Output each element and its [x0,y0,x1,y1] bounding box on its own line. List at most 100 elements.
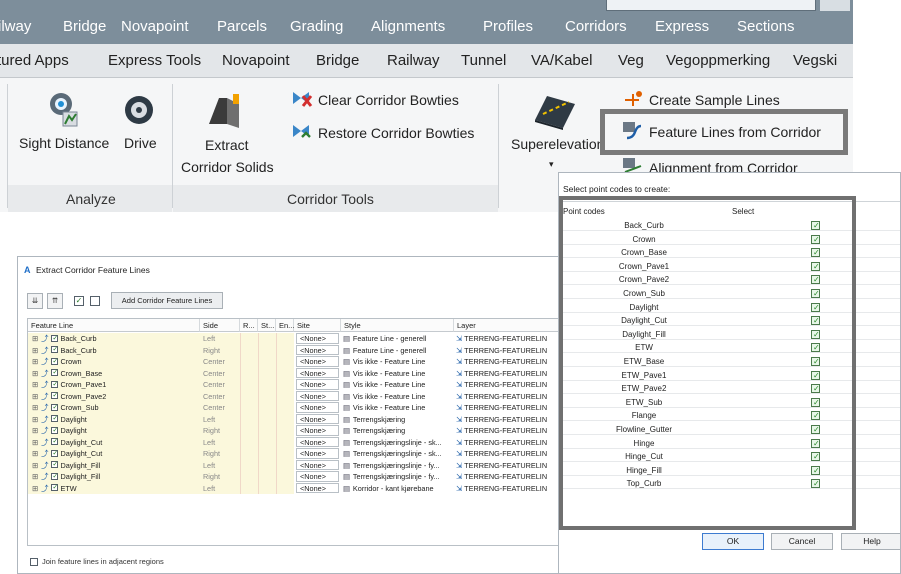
style-cell[interactable]: ▤ Vis ikke - Feature Line [343,402,453,414]
tab-bridge[interactable]: Bridge [63,18,106,35]
tree-expand-icon[interactable]: ⊞ [32,449,38,458]
drive-button[interactable]: Drive [124,134,157,153]
column-header[interactable]: En... [276,319,294,332]
clear-all-checkbox[interactable] [90,296,100,306]
tab-sections[interactable]: Sections [737,18,795,35]
tree-expand-icon[interactable]: ⊞ [32,334,38,343]
column-header[interactable]: St... [258,319,276,332]
tab-tunnel[interactable]: Tunnel [461,52,506,69]
style-cell[interactable]: ▤ Terrengskjæring [343,425,453,437]
row-checkbox[interactable] [51,483,59,494]
site-dropdown[interactable]: <None> [296,344,339,355]
row-checkbox[interactable] [51,448,59,459]
row-checkbox[interactable] [51,368,59,379]
join-feature-lines-checkbox[interactable] [30,558,38,567]
column-header[interactable]: Layer [454,319,560,332]
site-dropdown[interactable]: <None> [296,333,339,344]
clear-corridor-bowties-button[interactable]: Clear Corridor Bowties [318,91,459,110]
tab-novapoint[interactable]: Novapoint [121,18,189,35]
tab-bridge-sub[interactable]: Bridge [316,52,359,69]
feature-line-cell[interactable]: ⊞⤴ Back_Curb [28,333,200,345]
tab-va-kabel[interactable]: VA/Kabel [531,52,592,69]
feature-line-cell[interactable]: ⊞⤴ Daylight_Cut [28,436,200,448]
table-row[interactable]: ⊞⤴ Daylight_CutLeft<None>▤Terrengskjærin… [28,436,560,449]
tree-expand-icon[interactable]: ⊞ [32,403,38,412]
superelevation-dropdown-icon[interactable]: ▾ [549,155,554,174]
add-corridor-feature-lines-button[interactable]: Add Corridor Feature Lines [111,292,223,309]
site-dropdown[interactable]: <None> [296,436,339,447]
tree-expand-icon[interactable]: ⊞ [32,380,38,389]
extract-corridor-solids-line2[interactable]: Corridor Solids [181,158,274,177]
window-controls[interactable] [820,0,850,11]
row-checkbox[interactable] [51,460,59,471]
layer-cell[interactable]: ⇲ TERRENG-FEATURELIN [456,356,560,368]
site-dropdown[interactable]: <None> [296,413,339,424]
table-row[interactable]: ⊞⤴ Back_CurbLeft<None>▤Feature Line - ge… [28,333,560,345]
tree-expand-icon[interactable]: ⊞ [32,426,38,435]
superelevation-button[interactable]: Superelevation [511,135,604,154]
table-row[interactable]: ⊞⤴ Daylight_FillLeft<None>▤Terrengskjæri… [28,459,560,471]
cancel-button[interactable]: Cancel [771,533,833,550]
layer-cell[interactable]: ⇲ TERRENG-FEATURELIN [456,391,560,403]
feature-line-cell[interactable]: ⊞⤴ Crown_Pave1 [28,379,200,391]
style-cell[interactable]: ▤ Vis ikke - Feature Line [343,356,453,368]
tree-expand-icon[interactable]: ⊞ [32,461,38,470]
sight-distance-button[interactable]: Sight Distance [19,134,109,153]
layer-cell[interactable]: ⇲ TERRENG-FEATURELIN [456,425,560,437]
row-checkbox[interactable] [51,391,59,402]
style-cell[interactable]: ▤ Terrengskjæringslinje - sk... [343,437,453,449]
tab-vegoppmerking[interactable]: Vegoppmerking [666,52,770,69]
row-checkbox[interactable] [51,471,59,482]
layer-cell[interactable]: ⇲ TERRENG-FEATURELIN [456,333,560,345]
layer-cell[interactable]: ⇲ TERRENG-FEATURELIN [456,402,560,414]
table-row[interactable]: ⊞⤴ Back_CurbRight<None>▤Feature Line - g… [28,344,560,357]
feature-line-cell[interactable]: ⊞⤴ Daylight [28,413,200,425]
tab-railway[interactable]: ilway [0,18,31,35]
site-dropdown[interactable]: <None> [296,402,339,413]
table-row[interactable]: ⊞⤴ Crown_Pave1Center<None>▤Vis ikke - Fe… [28,379,560,391]
table-row[interactable]: ⊞⤴ Daylight_CutRight<None>▤Terrengskjæri… [28,448,560,460]
tab-novapoint-sub[interactable]: Novapoint [222,52,290,69]
column-header[interactable]: Side [200,319,240,332]
expand-all-icon[interactable]: ⇊ [27,293,43,309]
tab-grading[interactable]: Grading [290,18,343,35]
site-dropdown[interactable]: <None> [296,390,339,401]
tab-profiles[interactable]: Profiles [483,18,533,35]
site-dropdown[interactable]: <None> [296,425,339,436]
layer-cell[interactable]: ⇲ TERRENG-FEATURELIN [456,448,560,460]
tab-featured-apps[interactable]: tured Apps [0,52,69,69]
layer-cell[interactable]: ⇲ TERRENG-FEATURELIN [456,345,560,357]
ok-button[interactable]: OK [702,533,764,550]
extract-corridor-solids-line1[interactable]: Extract [205,136,249,155]
help-button[interactable]: Help [841,533,900,550]
column-header[interactable]: Feature Line [28,319,200,332]
search-input[interactable] [606,0,816,11]
column-header[interactable]: Site [294,319,341,332]
tree-expand-icon[interactable]: ⊞ [32,484,38,493]
site-dropdown[interactable]: <None> [296,367,339,378]
style-cell[interactable]: ▤ Vis ikke - Feature Line [343,391,453,403]
style-cell[interactable]: ▤ Terrengskjæringslinje - fy... [343,471,453,483]
layer-cell[interactable]: ⇲ TERRENG-FEATURELIN [456,483,560,495]
create-sample-lines-button[interactable]: Create Sample Lines [649,91,780,110]
row-checkbox[interactable] [51,356,59,367]
tree-expand-icon[interactable]: ⊞ [32,438,38,447]
style-cell[interactable]: ▤ Feature Line - generell [343,345,453,357]
row-checkbox[interactable] [51,345,59,356]
table-row[interactable]: ⊞⤴ Daylight_FillRight<None>▤Terrengskjær… [28,471,560,483]
column-header[interactable]: R... [240,319,258,332]
tab-alignments[interactable]: Alignments [371,18,445,35]
layer-cell[interactable]: ⇲ TERRENG-FEATURELIN [456,379,560,391]
feature-line-cell[interactable]: ⊞⤴ Daylight_Cut [28,448,200,460]
tab-express[interactable]: Express [655,18,709,35]
layer-cell[interactable]: ⇲ TERRENG-FEATURELIN [456,471,560,483]
table-row[interactable]: ⊞⤴ CrownCenter<None>▤Vis ikke - Feature … [28,356,560,368]
collapse-all-icon[interactable]: ⇈ [47,293,63,309]
feature-line-cell[interactable]: ⊞⤴ ETW [28,482,200,494]
tab-railway-sub[interactable]: Railway [387,52,440,69]
layer-cell[interactable]: ⇲ TERRENG-FEATURELIN [456,368,560,380]
tab-express-tools[interactable]: Express Tools [108,52,201,69]
tab-parcels[interactable]: Parcels [217,18,267,35]
table-row[interactable]: ⊞⤴ ETWLeft<None>▤Korridor - kant kjøreba… [28,482,560,495]
feature-line-cell[interactable]: ⊞⤴ Crown_Sub [28,402,200,414]
